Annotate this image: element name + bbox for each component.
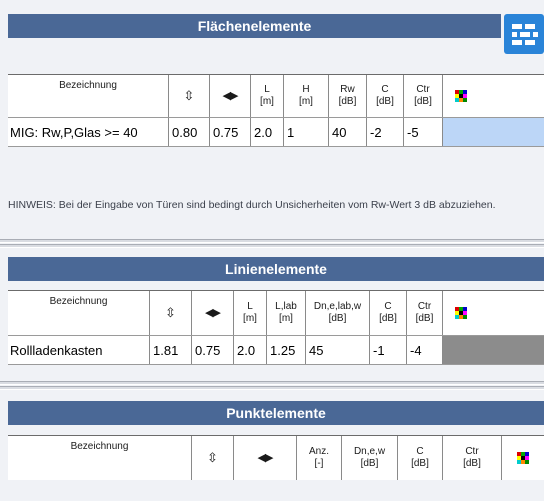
cell-ctr[interactable]: -5 [404, 118, 443, 146]
cell-color-grey[interactable] [443, 336, 544, 364]
cell-l[interactable]: 2.0 [234, 336, 267, 364]
col-dn[interactable]: Dn,e,lab,w [dB] [306, 291, 370, 335]
cell-v2[interactable]: 0.75 [192, 336, 234, 364]
flaechen-title: Flächenelemente [197, 18, 312, 34]
col-bezeichnung[interactable]: Bezeichnung [8, 436, 192, 480]
col-bezeichnung[interactable]: Bezeichnung [8, 75, 169, 117]
hinweis-text: HINWEIS: Bei der Eingabe von Türen sind … [8, 199, 496, 211]
cell-c[interactable]: -2 [367, 118, 404, 146]
color-palette-icon [454, 307, 467, 319]
col-color[interactable] [443, 291, 478, 335]
brick-wall-icon [512, 24, 538, 45]
col-llab[interactable]: L,lab [m] [267, 291, 306, 335]
cell-rw[interactable]: 40 [329, 118, 367, 146]
col-color[interactable] [443, 75, 478, 117]
cell-bezeichnung[interactable]: Rollladenkasten [8, 336, 150, 364]
flaechen-table-header: Bezeichnung ⇳ ◀▶ L [m] H [m] Rw [dB] C [dB] … [8, 74, 544, 117]
cell-v1[interactable]: 0.80 [169, 118, 210, 146]
linien-title: Linienelemente [225, 261, 327, 277]
col-ctr[interactable]: Ctr [dB] [407, 291, 443, 335]
cell-c[interactable]: -1 [370, 336, 407, 364]
punkt-title-bar: Punktelemente [8, 401, 544, 425]
wall-icon-button[interactable] [504, 14, 544, 54]
left-right-arrow-icon: ◀▶ [205, 307, 221, 319]
col-sort-horizontal[interactable]: ◀▶ [210, 75, 251, 117]
col-ctr[interactable]: Ctr [dB] [404, 75, 443, 117]
col-dn[interactable]: Dn,e,w [dB] [342, 436, 398, 480]
col-bezeichnung[interactable]: Bezeichnung [8, 291, 150, 335]
col-l[interactable]: L [m] [234, 291, 267, 335]
color-palette-icon [454, 90, 467, 102]
col-sort-horizontal[interactable]: ◀▶ [192, 291, 234, 335]
divider [0, 244, 544, 248]
cell-dn[interactable]: 45 [306, 336, 370, 364]
col-l[interactable]: L [m] [251, 75, 284, 117]
cell-color-selected[interactable] [443, 118, 544, 146]
cell-v1[interactable]: 1.81 [150, 336, 192, 364]
col-c[interactable]: C [dB] [367, 75, 404, 117]
cell-llab[interactable]: 1.25 [267, 336, 306, 364]
col-h[interactable]: H [m] [284, 75, 329, 117]
punkt-table-header: Bezeichnung ⇳ ◀▶ Anz. [-] Dn,e,w [dB] C [dB… [8, 435, 544, 480]
up-down-arrow-icon: ⇳ [183, 88, 195, 103]
cell-ctr[interactable]: -4 [407, 336, 443, 364]
cell-bezeichnung[interactable]: MIG: Rw,P,Glas >= 40 [8, 118, 169, 146]
col-sort-vertical[interactable]: ⇳ [192, 436, 234, 480]
divider [0, 239, 544, 243]
divider [0, 386, 544, 390]
col-color[interactable] [502, 436, 544, 480]
col-c[interactable]: C [dB] [398, 436, 443, 480]
left-right-arrow-icon: ◀▶ [257, 452, 274, 464]
color-palette-icon [517, 452, 529, 464]
cell-l[interactable]: 2.0 [251, 118, 284, 146]
up-down-arrow-icon: ⇳ [165, 305, 176, 320]
col-rw[interactable]: Rw [dB] [329, 75, 367, 117]
up-down-arrow-icon: ⇳ [207, 450, 218, 465]
col-c[interactable]: C [dB] [370, 291, 407, 335]
linien-row[interactable]: Rollladenkasten 1.81 0.75 2.0 1.25 45 -1… [8, 335, 544, 365]
linien-table-header: Bezeichnung ⇳ ◀▶ L [m] L,lab [m] Dn,e,lab,… [8, 290, 544, 335]
col-ctr[interactable]: Ctr [dB] [443, 436, 502, 480]
col-anz[interactable]: Anz. [-] [297, 436, 342, 480]
divider [0, 381, 544, 385]
punkt-title: Punktelemente [226, 405, 326, 421]
flaechen-title-bar: Flächenelemente [8, 14, 501, 38]
flaechen-row[interactable]: MIG: Rw,P,Glas >= 40 0.80 0.75 2.0 1 40 … [8, 117, 544, 147]
col-sort-vertical[interactable]: ⇳ [169, 75, 210, 117]
linien-title-bar: Linienelemente [8, 257, 544, 281]
cell-v2[interactable]: 0.75 [210, 118, 251, 146]
col-sort-horizontal[interactable]: ◀▶ [234, 436, 297, 480]
col-sort-vertical[interactable]: ⇳ [150, 291, 192, 335]
cell-h[interactable]: 1 [284, 118, 329, 146]
left-right-arrow-icon: ◀▶ [222, 90, 239, 102]
